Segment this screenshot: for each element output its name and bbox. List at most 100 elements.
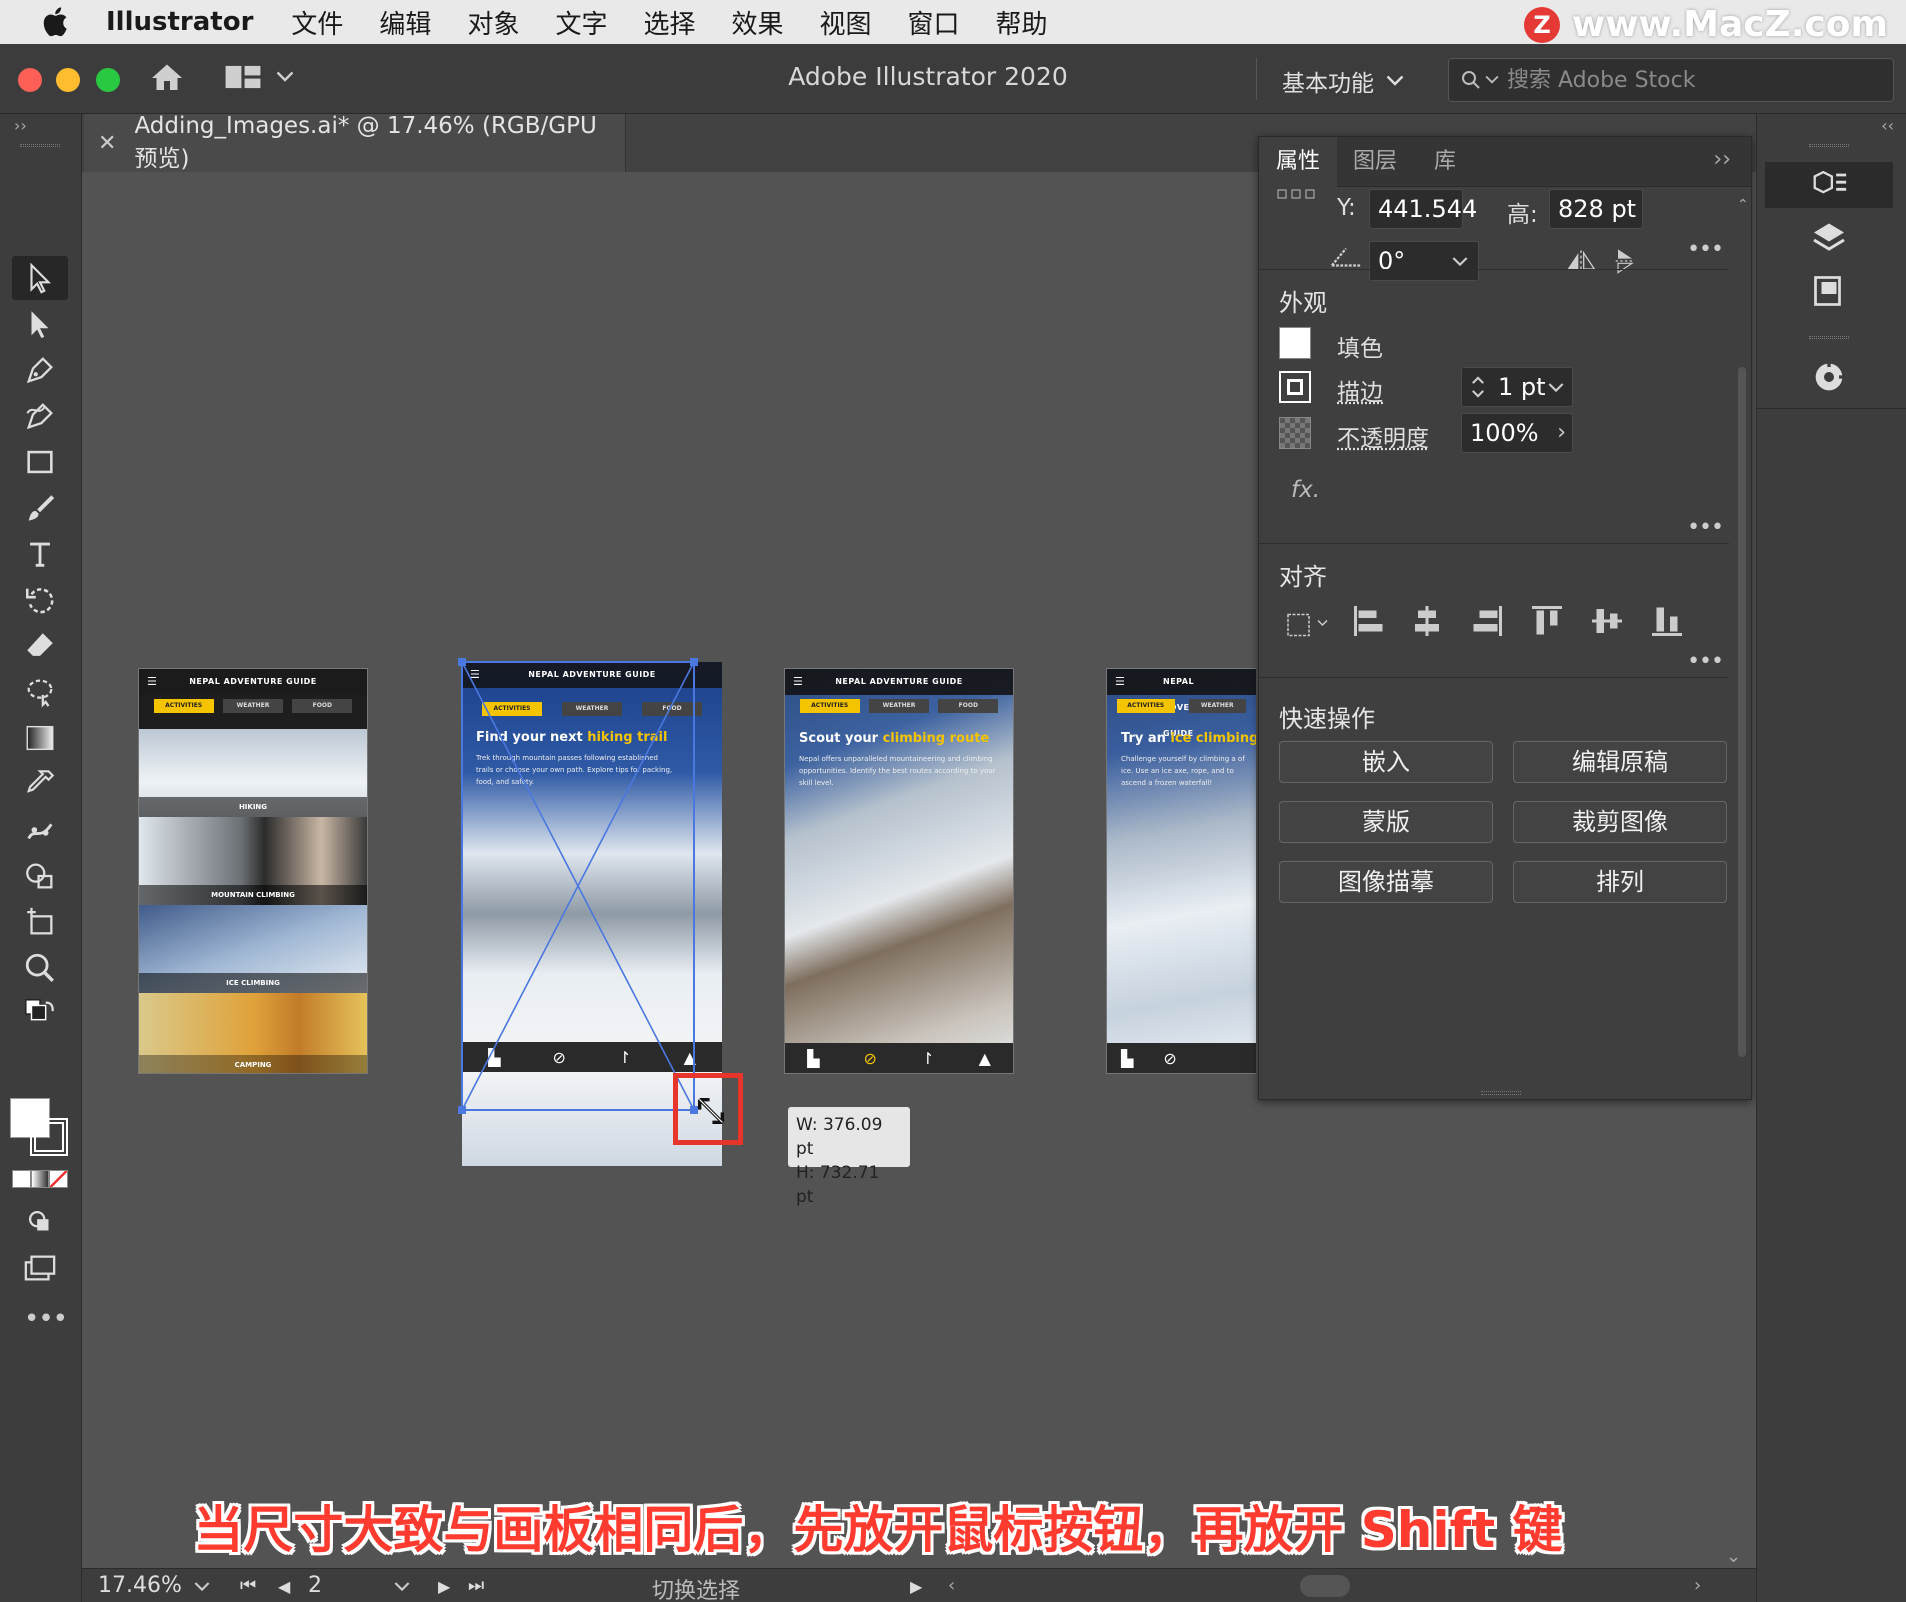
artboard-4[interactable]: ☰NEPAL ADVENTURE GUIDE ACTIVITIES WEATHE… <box>1106 668 1256 1074</box>
apple-icon[interactable] <box>40 5 74 39</box>
tab-layers[interactable]: 图层 <box>1337 137 1413 187</box>
crop-image-button[interactable]: 裁剪图像 <box>1513 801 1727 843</box>
menu-type[interactable]: 文字 <box>555 4 607 41</box>
align-bottom-icon[interactable] <box>1649 603 1685 639</box>
dock-layers-button[interactable] <box>1765 214 1893 260</box>
scroll-down-icon[interactable]: ⌄ <box>1726 1546 1741 1567</box>
panel-scrollbar[interactable]: ⌃ <box>1737 197 1749 1077</box>
tab-properties[interactable]: 属性 <box>1259 137 1337 187</box>
image-trace-button[interactable]: 图像描摹 <box>1279 861 1493 903</box>
scroll-right-icon[interactable]: › <box>1694 1575 1701 1596</box>
panel-resize-grip[interactable] <box>1481 1091 1521 1095</box>
fill-label[interactable]: 填色 <box>1337 329 1383 363</box>
stroke-color-swatch[interactable] <box>30 1118 68 1156</box>
panel-collapse-icon[interactable]: ›› <box>1713 147 1731 172</box>
chevron-down-icon[interactable] <box>194 1581 210 1593</box>
status-mode[interactable]: 切换选择 <box>652 1573 740 1602</box>
fx-effects-button[interactable]: fx. <box>1291 477 1320 503</box>
menu-file[interactable]: 文件 <box>291 4 343 41</box>
fill-swatch[interactable] <box>1279 327 1311 359</box>
zoom-tool[interactable] <box>12 946 68 990</box>
artboard-1[interactable]: ☰ NEPAL ADVENTURE GUIDE ACTIVITIES WEATHE… <box>138 668 368 1074</box>
artboard-3[interactable]: ☰ NEPAL ADVENTURE GUIDE ACTIVITIES WEATHE… <box>784 668 1014 1074</box>
rotate-tool[interactable] <box>12 578 68 622</box>
puppet-warp-tool[interactable] <box>12 808 68 852</box>
opacity-label[interactable]: 不透明度 <box>1337 419 1429 453</box>
appearance-more-options[interactable]: ••• <box>1687 515 1724 540</box>
flip-vertical-icon[interactable] <box>1611 247 1639 275</box>
collapse-dock-icon[interactable]: ‹‹ <box>1881 116 1894 135</box>
dock-color-guide-button[interactable] <box>1765 354 1893 400</box>
align-horizontal-center-icon[interactable] <box>1409 603 1445 639</box>
arrange-button[interactable]: 排列 <box>1513 861 1727 903</box>
menu-object[interactable]: 对象 <box>467 4 519 41</box>
status-menu-arrow[interactable]: ▶ <box>910 1577 922 1596</box>
align-to-selection-icon[interactable] <box>1285 605 1333 639</box>
scroll-left-icon[interactable]: ‹ <box>948 1575 955 1596</box>
gradient-tool[interactable] <box>12 716 68 760</box>
screen-mode-button[interactable] <box>12 1246 68 1290</box>
menu-help[interactable]: 帮助 <box>996 4 1048 41</box>
chevron-down-icon[interactable] <box>1548 382 1564 394</box>
close-tab-icon[interactable]: ✕ <box>98 131 116 156</box>
reference-point-icon[interactable] <box>1277 189 1317 203</box>
opacity-swatch[interactable] <box>1279 417 1311 449</box>
dock-grip[interactable] <box>1809 144 1849 147</box>
workspace-switcher[interactable]: 基本功能 <box>1282 64 1404 98</box>
curvature-tool[interactable] <box>12 394 68 438</box>
eraser-tool[interactable] <box>12 624 68 668</box>
rotate-angle-field[interactable]: 0° <box>1369 241 1479 281</box>
mask-button[interactable]: 蒙版 <box>1279 801 1493 843</box>
edit-toolbar-ellipsis[interactable]: ••• <box>24 1304 68 1334</box>
stock-search-box[interactable] <box>1448 58 1894 102</box>
document-tab[interactable]: ✕ Adding_Images.ai* @ 17.46% (RGB/GPU 预览… <box>84 113 626 172</box>
selection-bounds[interactable] <box>458 658 698 1114</box>
zoom-level[interactable]: 17.46% <box>98 1573 182 1598</box>
menu-effect[interactable]: 效果 <box>731 4 783 41</box>
embed-button[interactable]: 嵌入 <box>1279 741 1493 783</box>
menu-select[interactable]: 选择 <box>643 4 695 41</box>
width-tool[interactable] <box>12 670 68 714</box>
chevron-right-icon[interactable]: › <box>1557 414 1566 452</box>
pen-tool[interactable] <box>12 348 68 392</box>
expand-toolbar-icon[interactable]: ›› <box>14 116 27 135</box>
scroll-up-icon[interactable]: ⌃ <box>1737 197 1749 213</box>
stepper-icon[interactable] <box>1470 374 1486 400</box>
chevron-down-icon[interactable] <box>1452 256 1468 268</box>
align-top-icon[interactable] <box>1529 603 1565 639</box>
y-position-field[interactable]: 441.544 <box>1369 189 1477 229</box>
menu-app-name[interactable]: Illustrator <box>106 7 253 37</box>
draw-mode-button[interactable] <box>12 1200 68 1244</box>
type-tool[interactable] <box>12 532 68 576</box>
artboard-tool[interactable] <box>12 900 68 944</box>
first-artboard-icon[interactable]: ⏮ <box>240 1575 256 1596</box>
direct-selection-tool[interactable] <box>12 302 68 346</box>
height-field[interactable]: 828 pt <box>1549 189 1643 229</box>
align-left-icon[interactable] <box>1351 603 1387 639</box>
next-artboard-icon[interactable]: ▶ <box>438 1577 450 1596</box>
transform-more-options[interactable]: ••• <box>1687 237 1724 262</box>
align-vertical-center-icon[interactable] <box>1589 603 1625 639</box>
color-mode-buttons[interactable] <box>12 1170 69 1188</box>
align-more-options[interactable]: ••• <box>1687 649 1724 674</box>
horizontal-scroll-thumb[interactable] <box>1300 1575 1350 1597</box>
eyedropper-tool[interactable] <box>12 762 68 806</box>
dock-properties-button[interactable] <box>1765 162 1893 208</box>
stroke-label[interactable]: 描边 <box>1337 373 1383 407</box>
artboard-number[interactable]: 2 <box>308 1573 322 1598</box>
swap-fill-stroke[interactable] <box>12 992 68 1036</box>
edit-original-button[interactable]: 编辑原稿 <box>1513 741 1727 783</box>
panel-scroll-thumb[interactable] <box>1738 367 1746 1057</box>
chevron-down-icon[interactable] <box>394 1581 410 1593</box>
flip-horizontal-icon[interactable] <box>1565 247 1597 275</box>
stroke-swatch[interactable] <box>1279 371 1311 403</box>
rectangle-tool[interactable] <box>12 440 68 484</box>
previous-artboard-icon[interactable]: ◀ <box>278 1577 290 1596</box>
align-right-icon[interactable] <box>1469 603 1505 639</box>
toolbar-grip[interactable] <box>20 144 60 147</box>
menu-edit[interactable]: 编辑 <box>379 4 431 41</box>
selection-tool[interactable] <box>12 256 68 300</box>
dock-grip[interactable] <box>1809 336 1849 339</box>
menu-view[interactable]: 视图 <box>820 4 872 41</box>
opacity-field[interactable]: 100% › <box>1461 413 1573 453</box>
